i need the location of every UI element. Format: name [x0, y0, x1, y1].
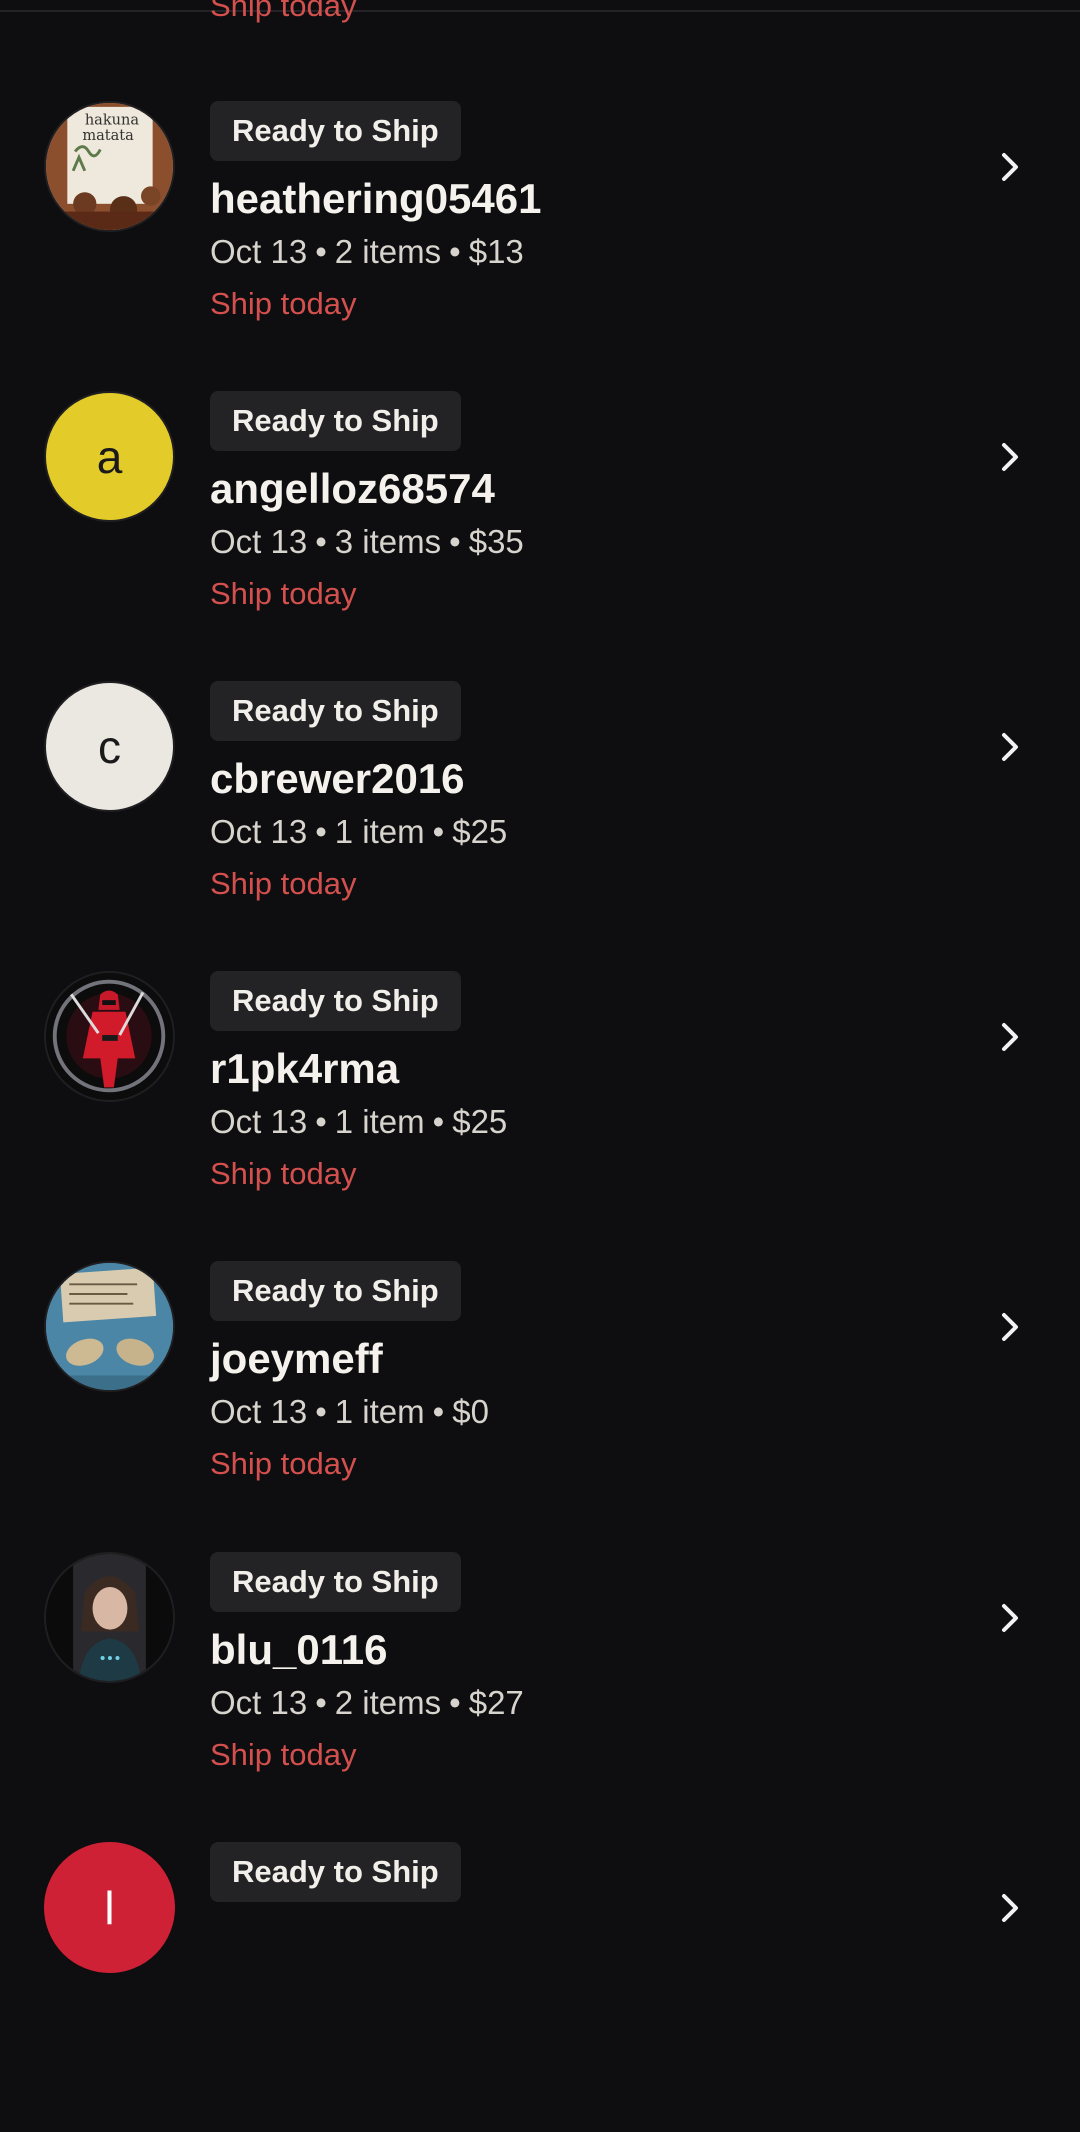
avatar-shirt-text: •••: [99, 1652, 121, 1666]
order-item-count: 1 item: [334, 1393, 425, 1430]
buyer-username: cbrewer2016: [210, 755, 465, 802]
avatar: [44, 1261, 175, 1392]
order-date: Oct 13: [210, 1393, 308, 1430]
ship-deadline: Ship today: [210, 1156, 357, 1191]
photo-avatar-person-icon: •••: [46, 1554, 173, 1681]
order-date: Oct 13: [210, 233, 308, 270]
order-row-blu_0116[interactable]: ••• Ready to Ship blu_0116 Oct 13 • 2 item…: [0, 1552, 1080, 1842]
previous-row-ship-label: Ship today: [210, 0, 357, 23]
order-total: $25: [452, 813, 508, 850]
order-date: Oct 13: [210, 523, 308, 560]
order-item-count: 1 item: [334, 813, 425, 850]
separator-dot: •: [449, 523, 461, 560]
avatar: hakuna matata: [44, 101, 175, 232]
photo-avatar-items-icon: [46, 1263, 173, 1390]
order-total: $13: [468, 233, 524, 270]
avatar: •••: [44, 1552, 175, 1683]
ship-deadline: Ship today: [210, 1446, 357, 1481]
photo-avatar-sign-icon: hakuna matata: [46, 103, 173, 230]
avatar: c: [44, 681, 175, 812]
avatar: a: [44, 391, 175, 522]
order-meta: Oct 13 • 1 item • $25: [210, 811, 507, 853]
chevron-right-icon[interactable]: [990, 1598, 1030, 1638]
order-row-partial[interactable]: l Ready to Ship: [0, 1842, 1080, 2132]
avatar-letter: c: [98, 720, 121, 773]
order-meta: Oct 13 • 3 items • $35: [210, 521, 524, 563]
order-date: Oct 13: [210, 1684, 308, 1721]
buyer-username: r1pk4rma: [210, 1045, 400, 1092]
buyer-username: heathering05461: [210, 175, 542, 222]
status-badge: Ready to Ship: [210, 1842, 461, 1902]
order-total: $35: [468, 523, 524, 560]
order-date: Oct 13: [210, 1103, 308, 1140]
ship-deadline: Ship today: [210, 286, 357, 321]
separator-dot: •: [315, 1684, 327, 1721]
chevron-right-icon[interactable]: [990, 1888, 1030, 1928]
order-meta: Oct 13 • 1 item • $0: [210, 1391, 489, 1433]
order-total: $27: [468, 1684, 524, 1721]
separator-dot: •: [315, 813, 327, 850]
separator-dot: •: [315, 233, 327, 270]
order-item-count: 3 items: [334, 523, 442, 560]
status-badge: Ready to Ship: [210, 971, 461, 1031]
order-total: $0: [452, 1393, 489, 1430]
avatar-text-line-1: hakuna: [85, 112, 140, 128]
status-badge: Ready to Ship: [210, 391, 461, 451]
order-row-angelloz68574[interactable]: a Ready to Ship angelloz68574 Oct 13 • 3 i…: [0, 391, 1080, 681]
order-meta: Oct 13 • 1 item • $25: [210, 1101, 507, 1143]
separator-dot: •: [432, 1103, 445, 1140]
status-badge: Ready to Ship: [210, 1261, 461, 1321]
buyer-username: blu_0116: [210, 1626, 388, 1673]
chevron-right-icon[interactable]: [990, 1017, 1030, 1057]
order-item-count: 1 item: [334, 1103, 425, 1140]
top-divider: [0, 10, 1080, 12]
order-item-count: 2 items: [334, 1684, 442, 1721]
ship-deadline: Ship today: [210, 576, 357, 611]
order-row-r1pk4rma[interactable]: Ready to Ship r1pk4rma Oct 13 • 1 item • $25…: [0, 971, 1080, 1261]
chevron-right-icon[interactable]: [990, 727, 1030, 767]
ship-deadline: Ship today: [210, 866, 357, 901]
order-date: Oct 13: [210, 813, 308, 850]
separator-dot: •: [432, 813, 445, 850]
buyer-username: joeymeff: [210, 1335, 383, 1382]
separator-dot: •: [315, 523, 327, 560]
chevron-right-icon[interactable]: [990, 437, 1030, 477]
status-badge: Ready to Ship: [210, 101, 461, 161]
order-meta: Oct 13 • 2 items • $13: [210, 231, 524, 273]
separator-dot: •: [449, 1684, 461, 1721]
avatar: [44, 971, 175, 1102]
order-row-heathering05461[interactable]: hakuna matata Ready to Ship heathering05…: [0, 101, 1080, 391]
order-meta: Oct 13 • 2 items • $27: [210, 1682, 524, 1724]
order-total: $25: [452, 1103, 508, 1140]
separator-dot: •: [315, 1393, 327, 1430]
order-row-joeymeff[interactable]: Ready to Ship joeymeff Oct 13 • 1 item • $0 …: [0, 1261, 1080, 1551]
status-badge: Ready to Ship: [210, 681, 461, 741]
order-item-count: 2 items: [334, 233, 442, 270]
avatar-letter: a: [96, 430, 123, 483]
chevron-right-icon[interactable]: [990, 1307, 1030, 1347]
avatar-letter: l: [104, 1881, 115, 1934]
buyer-username: angelloz68574: [210, 465, 495, 512]
separator-dot: •: [315, 1103, 327, 1140]
avatar: l: [44, 1842, 175, 1973]
order-row-cbrewer2016[interactable]: c Ready to Ship cbrewer2016 Oct 13 • 1 ite…: [0, 681, 1080, 971]
photo-avatar-ninja-icon: [46, 973, 173, 1100]
chevron-right-icon[interactable]: [990, 147, 1030, 187]
separator-dot: •: [449, 233, 461, 270]
separator-dot: •: [432, 1393, 445, 1430]
avatar-text-line-2: matata: [82, 128, 134, 144]
status-badge: Ready to Ship: [210, 1552, 461, 1612]
ship-deadline: Ship today: [210, 1737, 357, 1772]
